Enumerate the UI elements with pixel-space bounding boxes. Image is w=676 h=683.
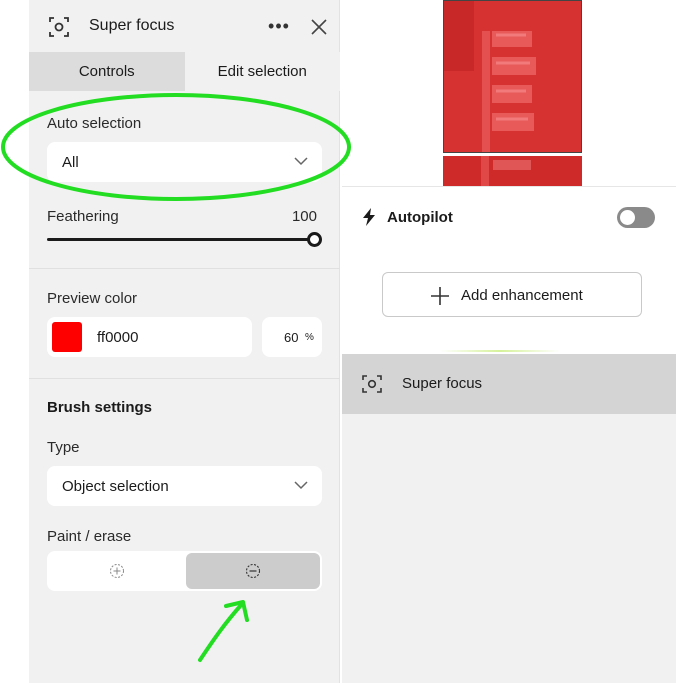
super-focus-icon [362, 375, 382, 393]
annotation-arrow [198, 600, 249, 662]
opacity-value: 60 [284, 330, 299, 345]
add-enhancement-label: Add enhancement [461, 287, 583, 304]
lightning-icon [363, 208, 375, 226]
panel-header: Super focus ••• [29, 0, 340, 52]
brush-add-icon [110, 564, 124, 578]
more-options-button[interactable]: ••• [265, 15, 293, 39]
brush-type-label: Type [47, 439, 80, 456]
divider [29, 268, 340, 269]
autopilot-label: Autopilot [387, 209, 453, 226]
brush-type-dropdown[interactable]: Object selection [47, 466, 322, 506]
plus-icon [431, 287, 449, 305]
feathering-slider-track[interactable] [47, 238, 315, 241]
add-enhancement-button[interactable]: Add enhancement [382, 272, 642, 317]
opacity-unit: % [305, 332, 314, 343]
image-preview [443, 0, 582, 186]
close-icon[interactable] [307, 15, 331, 39]
feathering-value: 100 [291, 208, 317, 225]
annotation-ellipse [1, 93, 351, 201]
paint-button[interactable] [50, 553, 184, 589]
tab-controls[interactable]: Controls [29, 52, 185, 91]
highlight-line [440, 350, 560, 352]
layer-item-super-focus[interactable]: Super focus [342, 354, 676, 414]
brush-type-value: Object selection [62, 478, 169, 495]
preview-color-field[interactable]: ff0000 [47, 317, 252, 357]
feathering-slider-thumb[interactable] [307, 232, 322, 247]
paint-erase-label: Paint / erase [47, 528, 132, 545]
tab-bar: Controls Edit selection [29, 52, 340, 91]
layer-item-label: Super focus [402, 375, 483, 392]
color-swatch[interactable] [52, 322, 82, 352]
tab-edit-selection[interactable]: Edit selection [184, 52, 340, 91]
toggle-knob [620, 210, 635, 225]
color-hex-value: ff0000 [97, 329, 139, 346]
paint-erase-toggle [47, 551, 322, 591]
preview-image [443, 0, 582, 153]
autopilot-toggle[interactable] [617, 207, 655, 228]
panel-title: Super focus [89, 17, 175, 34]
divider [29, 378, 340, 379]
preview-image-partial [443, 156, 582, 186]
layers-empty-area [342, 414, 676, 683]
erase-button[interactable] [186, 553, 320, 589]
feathering-label: Feathering [47, 208, 119, 225]
preview-color-label: Preview color [47, 290, 138, 307]
chevron-down-icon [294, 481, 308, 490]
brush-settings-title: Brush settings [47, 399, 153, 416]
super-focus-icon [49, 17, 69, 37]
opacity-field[interactable]: 60 % [262, 317, 322, 357]
divider [342, 186, 676, 187]
brush-subtract-icon [245, 563, 261, 579]
